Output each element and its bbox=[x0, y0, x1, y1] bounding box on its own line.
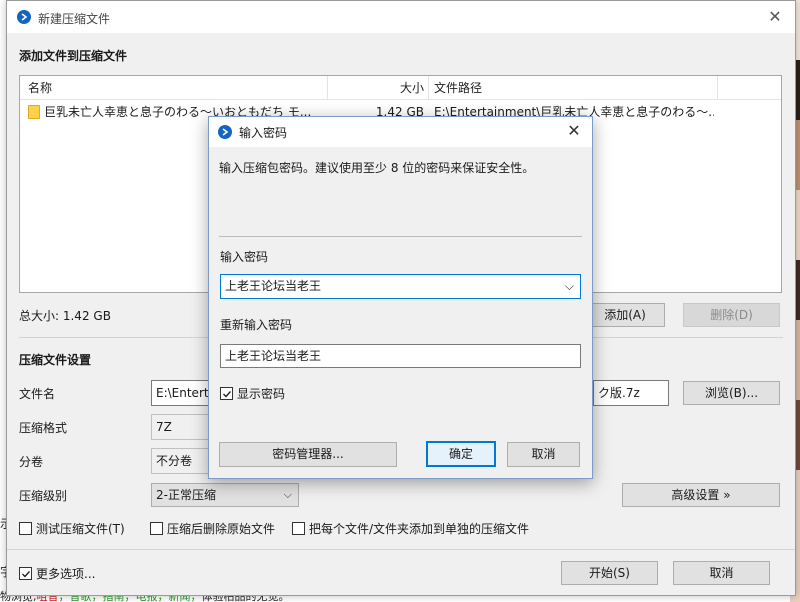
window-titlebar: 新建压缩文件 ✕ bbox=[7, 1, 795, 33]
checkbox-checked bbox=[220, 387, 233, 400]
password-hint: 输入压缩包密码。建议使用至少 8 位的密码来保证安全性。 bbox=[219, 161, 535, 175]
password-manager-button[interactable]: 密码管理器... bbox=[219, 442, 397, 467]
column-header-size[interactable]: 大小 bbox=[328, 76, 424, 100]
dialog-divider bbox=[219, 236, 582, 237]
test-archive-checkbox[interactable]: 测试压缩文件(T) bbox=[19, 520, 125, 537]
checkbox-checked bbox=[19, 567, 32, 580]
cancel-button[interactable]: 取消 bbox=[673, 561, 770, 585]
ok-button[interactable]: 确定 bbox=[426, 441, 496, 467]
app-logo-icon bbox=[218, 125, 232, 139]
level-label: 压缩级别 bbox=[19, 489, 68, 503]
checkbox-box bbox=[150, 522, 163, 535]
window-close-icon[interactable]: ✕ bbox=[765, 7, 785, 27]
format-select[interactable]: 7Z bbox=[151, 414, 211, 440]
footer-divider bbox=[7, 549, 795, 550]
password-label: 输入密码 bbox=[220, 250, 269, 264]
app-logo-icon bbox=[17, 10, 31, 24]
reenter-password-input[interactable]: 上老王论坛当老王 bbox=[220, 344, 581, 368]
browse-button[interactable]: 浏览(B)... bbox=[683, 381, 780, 405]
column-header-path[interactable]: 文件路径 bbox=[434, 76, 482, 100]
split-select[interactable]: 不分卷 bbox=[151, 448, 211, 474]
checkbox-box bbox=[19, 522, 32, 535]
chevron-down-icon: ⌵ bbox=[283, 488, 292, 501]
add-files-section-title: 添加文件到压缩文件 bbox=[19, 49, 128, 63]
dialog-title: 输入密码 bbox=[239, 126, 288, 140]
password-dialog: 输入密码 ✕ 输入压缩包密码。建议使用至少 8 位的密码来保证安全性。 输入密码… bbox=[208, 116, 593, 479]
separate-archives-checkbox[interactable]: 把每个文件/文件夹添加到单独的压缩文件 bbox=[292, 520, 529, 537]
start-button[interactable]: 开始(S) bbox=[561, 561, 658, 585]
archive-settings-title: 压缩文件设置 bbox=[19, 353, 92, 367]
chevron-down-icon[interactable]: ⌵ bbox=[565, 275, 574, 298]
dialog-titlebar: 输入密码 ✕ bbox=[209, 117, 592, 147]
file-list-header: 名称 大小 文件路径 bbox=[20, 76, 781, 100]
delete-after-checkbox[interactable]: 压缩后删除原始文件 bbox=[150, 520, 275, 537]
password-input[interactable]: 上老王论坛当老王 ⌵ bbox=[220, 274, 581, 299]
level-select[interactable]: 2-正常压缩 ⌵ bbox=[151, 483, 299, 507]
filename-label: 文件名 bbox=[19, 387, 56, 401]
split-label: 分卷 bbox=[19, 455, 44, 469]
format-label: 压缩格式 bbox=[19, 421, 68, 435]
level-select-value: 2-正常压缩 bbox=[156, 488, 216, 502]
delete-button[interactable]: 删除(D) bbox=[683, 303, 780, 327]
reenter-password-label: 重新输入密码 bbox=[220, 318, 293, 332]
folder-icon bbox=[28, 105, 40, 119]
dialog-cancel-button[interactable]: 取消 bbox=[507, 442, 580, 467]
filename-input[interactable]: E:\Entert bbox=[151, 380, 211, 406]
more-options-checkbox[interactable]: 更多选项... bbox=[19, 565, 95, 582]
total-size-label: 总大小: 1.42 GB bbox=[19, 309, 111, 323]
show-password-checkbox[interactable]: 显示密码 bbox=[220, 385, 285, 402]
add-button[interactable]: 添加(A) bbox=[585, 303, 665, 327]
window-title: 新建压缩文件 bbox=[38, 12, 111, 26]
advanced-settings-button[interactable]: 高级设置 » bbox=[622, 483, 780, 507]
column-header-name[interactable]: 名称 bbox=[28, 76, 52, 100]
checkbox-box bbox=[292, 522, 305, 535]
filename-input-tail[interactable]: ク版.7z bbox=[593, 380, 669, 406]
dialog-close-icon[interactable]: ✕ bbox=[564, 121, 584, 141]
